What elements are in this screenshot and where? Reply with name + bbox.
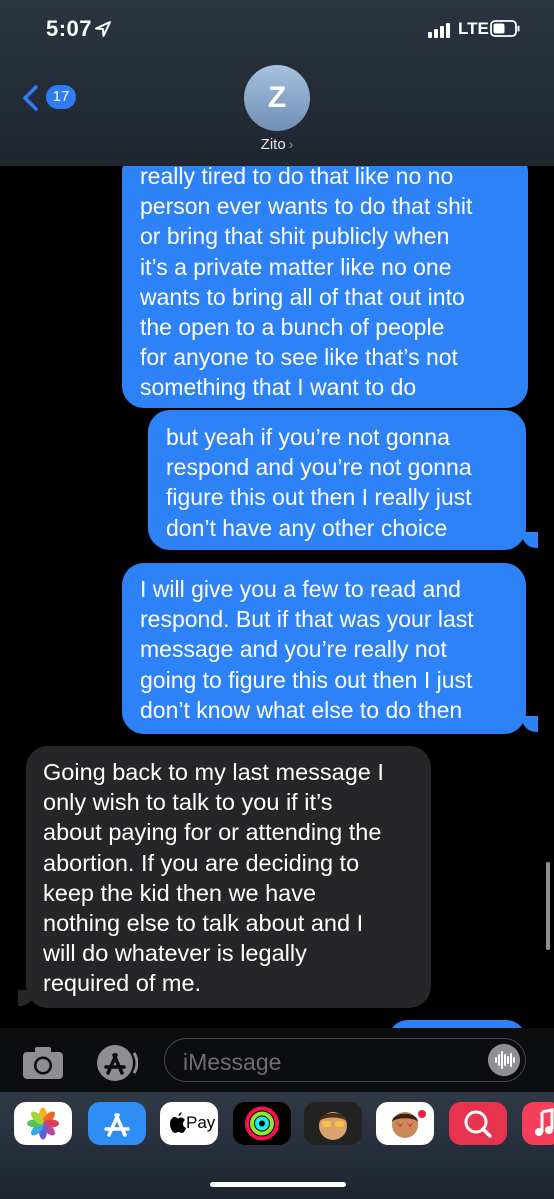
message-line: about paying for or attending the	[43, 819, 382, 846]
contact-avatar[interactable]: Z	[244, 65, 310, 131]
app-store-app-icon[interactable]	[88, 1102, 146, 1145]
chevron-left-icon	[23, 85, 38, 111]
location-arrow-icon	[95, 21, 111, 37]
web-search-app-icon[interactable]	[449, 1102, 507, 1145]
outgoing-message-2[interactable]: but yeah if you’re not gonna respond and…	[148, 410, 526, 550]
chevron-right-icon: ›	[288, 136, 294, 152]
message-line: respond and you’re not gonna	[166, 454, 472, 481]
photos-app-icon[interactable]	[14, 1102, 72, 1145]
message-line: going to figure this out then I just	[140, 666, 473, 693]
message-line: respond. But if that was your last	[140, 606, 474, 633]
bubble-tail	[522, 532, 538, 548]
home-indicator[interactable]	[210, 1182, 346, 1187]
outgoing-message-1[interactable]: really tired to do that like no no perso…	[122, 150, 528, 408]
message-line: will do whatever is legally	[43, 940, 307, 967]
message-line: don’t have any other choice	[166, 514, 448, 541]
message-line: Going back to my last message I	[43, 759, 384, 785]
message-line: but yeah if you’re not gonna	[166, 424, 450, 450]
camera-icon[interactable]	[22, 1046, 64, 1080]
message-line: message and you’re really not	[140, 636, 447, 663]
message-line: keep the kid then we have	[43, 879, 317, 906]
signal-icon	[428, 22, 454, 38]
message-input-placeholder: iMessage	[183, 1049, 282, 1075]
message-line: figure this out then I really just	[166, 484, 472, 511]
message-thread[interactable]: really tired to do that like no no perso…	[0, 0, 554, 1199]
message-line: only wish to talk to you if it’s	[43, 789, 333, 816]
scrollbar[interactable]	[546, 862, 550, 950]
clock: 5:07	[46, 16, 93, 41]
status-bar: 5:07 LTE	[0, 0, 554, 60]
apple-pay-label: Pay	[186, 1113, 216, 1132]
message-line: abortion. If you are deciding to	[43, 849, 360, 876]
unread-count-badge: 17	[46, 85, 76, 109]
contact-name-label: Zito	[260, 136, 286, 153]
back-button[interactable]: 17	[20, 84, 80, 112]
outgoing-message-3[interactable]: I will give you a few to read and respon…	[122, 563, 526, 734]
bubble-tail	[522, 716, 538, 732]
message-line: nothing else to talk about and I	[43, 910, 364, 937]
battery-icon	[490, 20, 520, 37]
message-line: I will give you a few to read and	[140, 576, 461, 602]
compose-bar: iMessage	[0, 1028, 554, 1096]
message-line: wants to bring all of that out into	[140, 283, 465, 310]
apple-pay-app-icon[interactable]: Pay	[160, 1102, 218, 1145]
contact-name[interactable]: Zito ›	[0, 136, 554, 153]
music-app-icon[interactable]	[522, 1102, 554, 1145]
message-line: person ever wants to do that shit	[140, 193, 473, 220]
message-line: for anyone to see like that’s not	[140, 344, 458, 371]
bubble-tail	[18, 990, 34, 1006]
audio-waveform-icon[interactable]	[488, 1044, 520, 1076]
message-line: or bring that shit publicly when	[140, 223, 450, 250]
memoji-stickers-app-icon[interactable]	[376, 1102, 434, 1145]
activity-app-icon[interactable]	[233, 1102, 291, 1145]
message-line: the open to a bunch of people	[140, 314, 445, 341]
message-line: something that I want to do	[140, 374, 417, 401]
message-line: it’s a private matter like no one	[140, 253, 452, 280]
message-line: required of me.	[43, 970, 202, 997]
memoji-app-icon[interactable]	[304, 1102, 362, 1145]
network-type: LTE	[458, 19, 489, 38]
message-line: don’t know what else to do then	[140, 696, 463, 723]
app-store-icon[interactable]	[92, 1043, 138, 1083]
message-input[interactable]: iMessage	[164, 1038, 526, 1082]
incoming-message-1[interactable]: Going back to my last message I only wis…	[26, 746, 431, 1008]
